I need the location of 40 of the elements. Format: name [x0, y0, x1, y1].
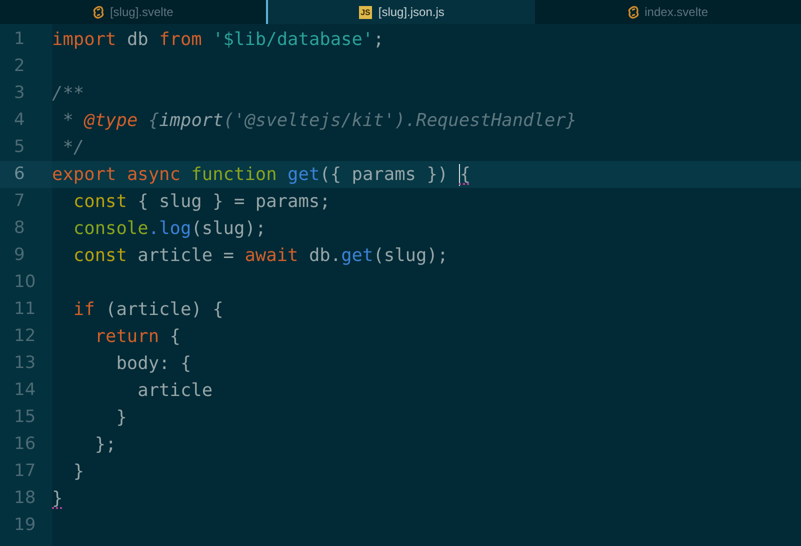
line-number: 2: [13, 55, 26, 78]
line-number: 13: [13, 352, 37, 375]
line-number: 8: [13, 217, 26, 240]
code-line: export async function get({ params }) {: [52, 163, 471, 188]
text-cursor: [458, 164, 460, 186]
line-number: 15: [13, 406, 37, 429]
code-line: }: [115, 406, 127, 430]
line-number: 17: [13, 460, 37, 483]
line-number: 18: [13, 487, 37, 510]
code-line: article: [136, 379, 213, 403]
js-file-icon: JS: [358, 6, 372, 18]
code-line: };: [94, 433, 116, 457]
line-number: 16: [13, 433, 37, 456]
svelte-logo-icon: [628, 6, 639, 18]
code-line: /**: [52, 82, 84, 106]
line-number: 5: [13, 136, 26, 159]
code-line: const { slug } = params;: [72, 190, 330, 214]
code-line: }: [52, 487, 63, 511]
code-line: console.log(slug);: [72, 217, 266, 241]
line-number: 11: [13, 298, 37, 321]
line-number: 6: [0, 161, 52, 188]
code-line: body: {: [115, 352, 192, 376]
line-number: 19: [13, 514, 37, 537]
code-line: import db from '$lib/database';: [52, 28, 384, 52]
line-number: 3: [13, 82, 26, 105]
file-tab[interactable]: JS [slug].json.js: [266, 0, 535, 24]
svelte-logo-icon: [92, 6, 104, 18]
line-number: 12: [13, 325, 37, 348]
code-line: return {: [94, 325, 180, 349]
code-line: * @type {import('@sveltejs/kit').RequestHandler}: [62, 109, 577, 133]
line-number: 9: [13, 244, 26, 267]
line-number: 7: [13, 190, 26, 213]
line-number: 10: [13, 271, 37, 294]
code-line: const article = await db.get(slug);: [72, 244, 448, 268]
line-number: 14: [13, 379, 37, 402]
line-number: 4: [13, 109, 26, 132]
line-number: 1: [13, 28, 26, 51]
code-line: */: [62, 136, 84, 160]
code-line: }: [72, 460, 84, 484]
code-line: if (article) {: [72, 298, 224, 322]
